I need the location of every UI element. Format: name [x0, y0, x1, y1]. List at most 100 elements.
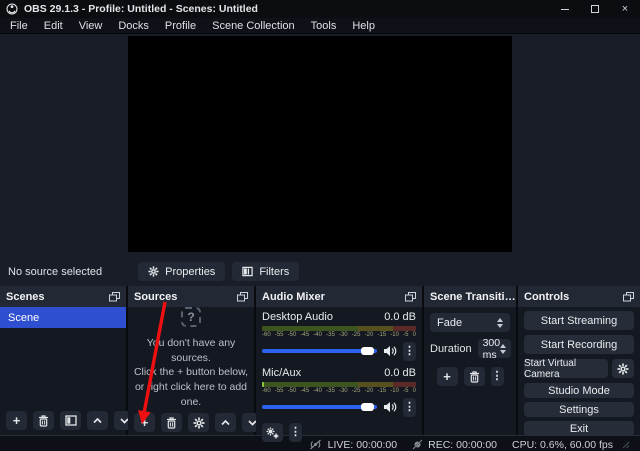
studio-mode-button[interactable]: Studio Mode — [524, 383, 634, 398]
transition-select[interactable]: Fade — [430, 313, 510, 332]
remove-scene-button[interactable] — [33, 411, 54, 430]
hint-line-2: Click the + button below, — [133, 366, 249, 379]
obs-logo-icon — [6, 3, 18, 15]
channel-options-button[interactable]: ⋮ — [403, 397, 416, 417]
add-source-button[interactable]: + — [134, 413, 155, 433]
meter-tick-label: -60 — [262, 332, 271, 338]
maximize-icon — [591, 5, 599, 13]
sources-toolbar: + — [128, 409, 263, 437]
spinbox-arrows-icon — [500, 343, 507, 354]
meter-tick-label: -40 — [313, 388, 322, 394]
remove-transition-button[interactable] — [463, 367, 485, 386]
filters-button[interactable]: Filters — [232, 262, 300, 281]
popout-dock-icon[interactable] — [405, 291, 416, 302]
record-inactive-icon — [412, 439, 423, 450]
volume-slider-handle[interactable] — [360, 403, 374, 411]
audio-mixer-panel: Audio Mixer Desktop Audio 0.0 dB -60 -55-… — [256, 286, 422, 442]
meter-tick-label: -35 — [326, 388, 335, 394]
performance-status: CPU: 0.6%, 60.00 fps — [512, 439, 613, 451]
speaker-icon[interactable] — [383, 401, 397, 413]
move-source-up-button[interactable] — [215, 413, 236, 433]
meter-tick-label: 0 — [412, 332, 416, 338]
meter-tick-label: 0 — [412, 388, 416, 394]
preview-area — [0, 36, 640, 257]
meter-tick-label: -45 — [300, 388, 310, 394]
double-gear-icon — [266, 427, 279, 439]
maximize-button[interactable] — [580, 0, 610, 18]
kebab-icon: ⋮ — [404, 400, 415, 413]
question-mark-icon: ? — [181, 307, 201, 327]
channel-options-button[interactable]: ⋮ — [403, 341, 416, 361]
menu-tools[interactable]: Tools — [303, 18, 345, 33]
meter-tick-label: -50 — [287, 388, 297, 394]
advanced-audio-properties-button[interactable] — [262, 423, 283, 442]
move-scene-up-button[interactable] — [87, 411, 108, 430]
no-source-selected-label: No source selected — [8, 265, 103, 278]
close-icon: × — [621, 3, 629, 15]
close-button[interactable]: × — [610, 0, 640, 18]
mixer-channel-mic-aux: Mic/Aux 0.0 dB -60 -55 -50 -45 -40 -35 -30 -25-… — [256, 363, 422, 419]
virtual-camera-config-button[interactable] — [612, 359, 634, 378]
menu-help[interactable]: Help — [344, 18, 383, 33]
remove-source-button[interactable] — [161, 413, 182, 433]
meter-tick-label: -50 — [287, 332, 297, 338]
start-recording-button[interactable]: Start Recording — [524, 335, 634, 354]
add-scene-button[interactable]: + — [6, 411, 27, 430]
popout-dock-icon[interactable] — [237, 291, 248, 302]
menu-profile[interactable]: Profile — [157, 18, 204, 33]
scene-list-item[interactable]: Scene — [0, 307, 126, 328]
meter-tick-label: -55 — [274, 332, 284, 338]
meter-scale: -60 -55 -50 -45 -40 -35 -30 -25 -20 -15 -10 -5 0 — [262, 387, 416, 395]
transition-options-button[interactable]: ⋮ — [490, 367, 504, 386]
mixer-options-button[interactable]: ⋮ — [289, 423, 302, 442]
properties-button[interactable]: Properties — [138, 262, 226, 281]
transition-selected-value: Fade — [437, 316, 463, 329]
menu-edit[interactable]: Edit — [36, 18, 71, 33]
hint-line-1: You don't have any sources. — [146, 337, 236, 364]
gear-icon — [148, 266, 159, 277]
settings-button[interactable]: Settings — [524, 402, 634, 417]
meter-tick-label: -20 — [364, 332, 374, 338]
preview-canvas[interactable] — [128, 36, 512, 252]
start-virtual-camera-button[interactable]: Start Virtual Camera — [524, 358, 608, 380]
add-transition-button[interactable]: + — [436, 367, 458, 386]
volume-slider[interactable] — [262, 403, 377, 411]
duration-spinbox[interactable]: 300 ms — [477, 337, 512, 361]
meter-tick-label: -40 — [313, 332, 322, 338]
live-time-label: LIVE: 00:00:00 — [327, 438, 398, 451]
menu-file[interactable]: File — [2, 18, 36, 33]
scenes-panel: Scenes Scene + — [0, 286, 135, 435]
meter-tick-label: -60 — [262, 388, 271, 394]
scene-filters-button[interactable] — [60, 411, 81, 430]
exit-button[interactable]: Exit — [524, 421, 634, 436]
popout-dock-icon[interactable] — [109, 291, 120, 302]
properties-button-label: Properties — [165, 265, 216, 278]
channel-level-db: 0.0 dB — [384, 311, 416, 323]
minimize-button[interactable] — [550, 0, 580, 18]
resize-grip-icon[interactable] — [622, 441, 630, 449]
source-properties-button[interactable] — [188, 413, 209, 433]
scene-filters-icon — [64, 415, 77, 426]
volume-slider-handle[interactable] — [360, 347, 374, 355]
speaker-icon[interactable] — [383, 345, 397, 357]
menu-view[interactable]: View — [71, 18, 111, 33]
menu-docks[interactable]: Docks — [110, 18, 157, 33]
popout-dock-icon[interactable] — [623, 291, 634, 302]
mixer-channel-desktop-audio: Desktop Audio 0.0 dB -60 -55 -50 -45 -40 -35-… — [256, 307, 422, 363]
scene-transitions-panel-title: Scene Transiti… — [430, 290, 516, 303]
channel-level-db: 0.0 dB — [384, 367, 416, 379]
sources-empty-state[interactable]: ? You don't have any sources. Click the … — [128, 307, 254, 409]
menu-scene-collection[interactable]: Scene Collection — [204, 18, 303, 33]
menu-bar: File Edit View Docks Profile Scene Colle… — [0, 18, 640, 34]
meter-tick-label: -5 — [403, 388, 409, 394]
volume-slider[interactable] — [262, 347, 377, 355]
source-selection-bar: No source selected Properties Filters — [0, 257, 640, 286]
start-streaming-button[interactable]: Start Streaming — [524, 311, 634, 330]
channel-name: Mic/Aux — [262, 367, 302, 379]
scene-item-label: Scene — [8, 311, 40, 324]
gear-icon — [617, 363, 629, 374]
duration-label: Duration — [430, 342, 472, 355]
sources-empty-hint: You don't have any sources. Click the + … — [128, 336, 254, 409]
gear-icon — [193, 417, 204, 429]
meter-scale: -60 -55 -50 -45 -40 -35 -30 -25 -20 -15 -10 -5 0 — [262, 331, 416, 339]
